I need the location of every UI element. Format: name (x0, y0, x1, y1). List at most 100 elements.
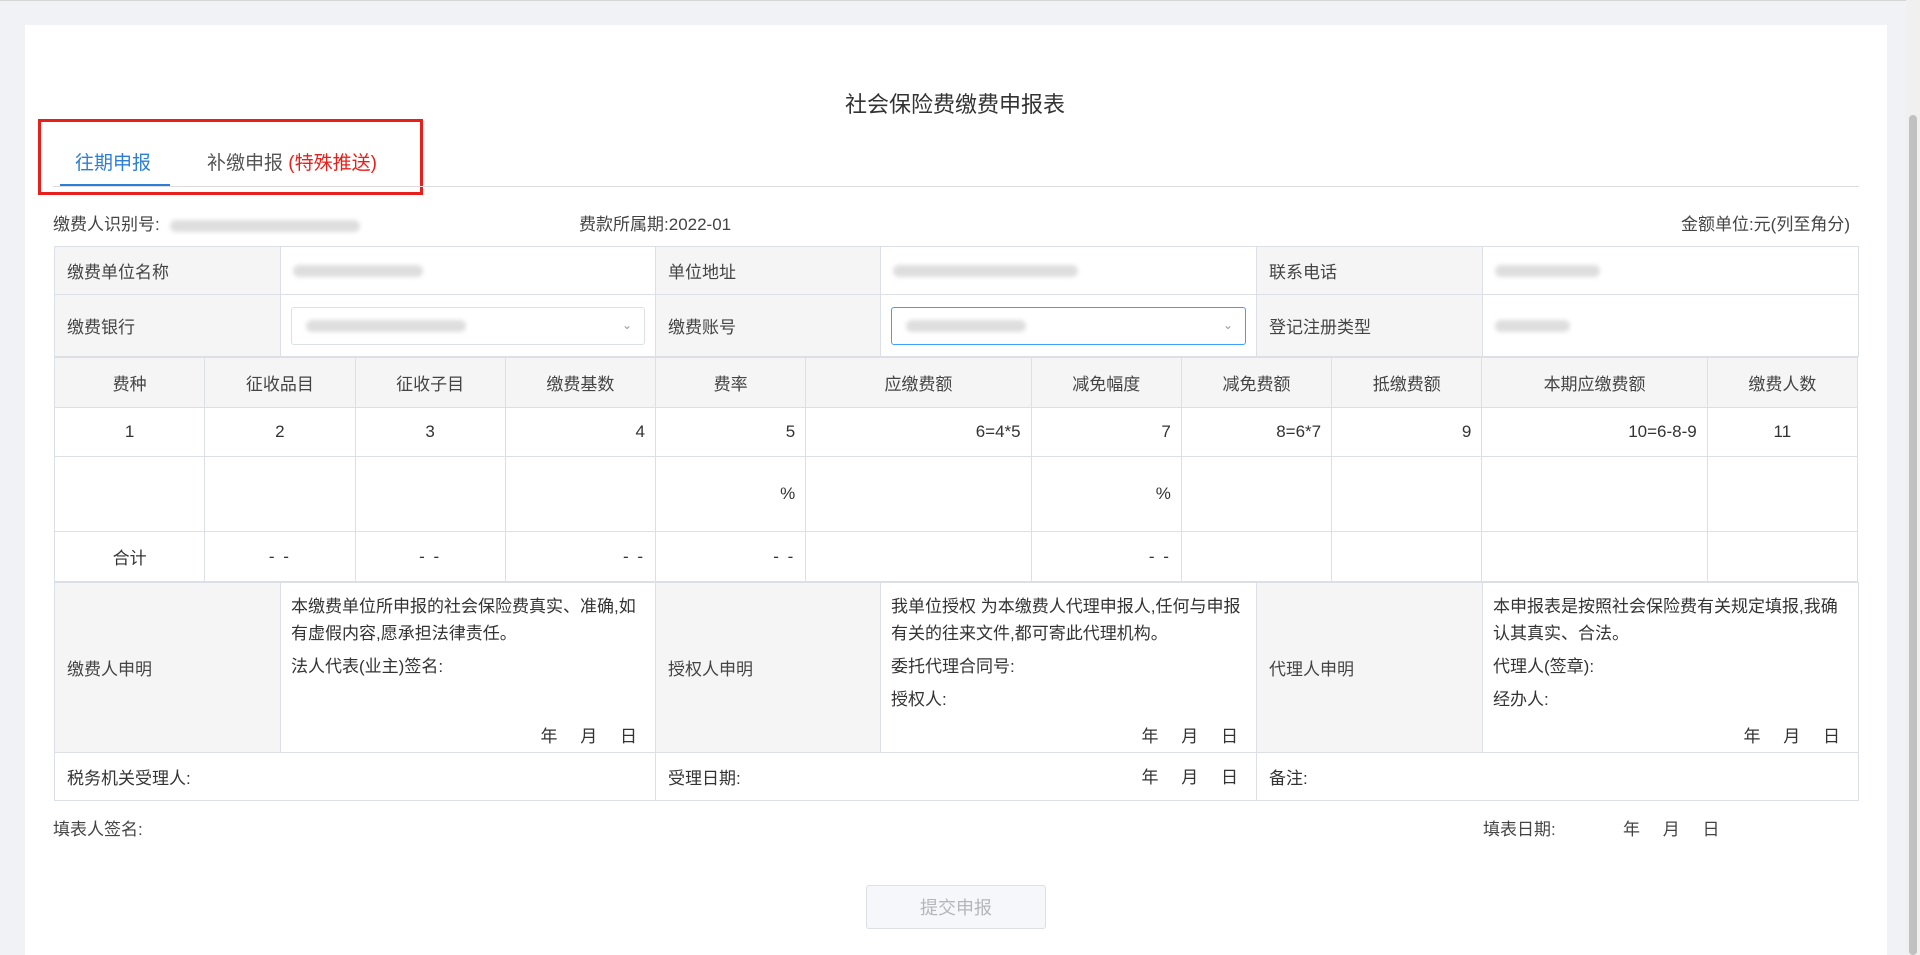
declaration-statements: 缴费人申明 本缴费单位所申报的社会保险费真实、准确,如有虚假内容,愿承担法律责任… (54, 582, 1859, 801)
reg-type-label: 登记注册类型 (1256, 294, 1483, 357)
amount-unit: 金额单位:元(列至角分) (1680, 215, 1850, 234)
column-header: 缴费人数 (1706, 357, 1859, 408)
table-cell (53, 456, 206, 532)
tab-past-declaration[interactable]: 往期申报 (75, 148, 151, 175)
total-row: 合计 - - - - - - - - - - (53, 531, 1859, 582)
redacted-value (293, 265, 423, 278)
contract-no-label: 委托代理合同号: (891, 657, 1015, 676)
table-cell (504, 456, 657, 532)
total-dash: - - (204, 531, 356, 582)
column-number: 4 (504, 407, 657, 457)
submit-declaration-button[interactable]: 提交申报 (866, 885, 1046, 929)
filler-sign-label: 填表人签名: (53, 820, 143, 839)
payer-id-label: 缴费人识别号: (53, 215, 160, 234)
date-placeholder: 年 月 日 (540, 727, 637, 746)
table-cell (1706, 531, 1859, 582)
bank-select[interactable]: ⌄ (291, 306, 645, 345)
column-header: 应缴费额 (805, 357, 1032, 408)
account-label: 缴费账号 (655, 294, 881, 357)
tab-supplementary-label: 补缴申报 (207, 153, 284, 174)
table-cell (1481, 456, 1708, 532)
agent-declaration-label: 代理人申明 (1256, 582, 1483, 753)
chevron-down-icon: ⌄ (621, 317, 632, 332)
date-placeholder: 年 月 日 (1141, 768, 1238, 787)
payer-id-row: 缴费人识别号: (53, 210, 361, 235)
agent-declaration-text: 本申报表是按照社会保险费有关规定填报,我确认其真实、合法。 (1493, 597, 1838, 643)
column-header: 减免幅度 (1030, 357, 1182, 408)
column-number: 9 (1331, 407, 1483, 457)
column-header: 费率 (654, 357, 807, 408)
total-dash: - - (354, 531, 506, 582)
table-header-row: 费种 征收品目 征收子目 缴费基数 费率 应缴费额 减免幅度 减免费额 抵缴费额… (53, 357, 1859, 408)
table-cell (1180, 456, 1333, 532)
unit-name-value (280, 246, 656, 295)
column-header: 本期应缴费额 (1481, 357, 1708, 408)
column-header: 征收子目 (354, 357, 506, 408)
total-dash: - - (1030, 531, 1182, 582)
table-cell (1180, 531, 1333, 582)
authorizer-declaration-text: 我单位授权 为本缴费人代理申报人,任何与申报有关的往来文件,都可寄此代理机构。 (891, 597, 1241, 643)
redacted-value (1495, 320, 1570, 333)
authorizer-declaration: 我单位授权 为本缴费人代理申报人,任何与申报有关的往来文件,都可寄此代理机构。 … (880, 582, 1257, 753)
column-number-row: 1 2 3 4 5 6=4*5 7 8=6*7 9 10=6-8-9 11 (53, 407, 1859, 457)
declaration-table: 缴费单位名称 单位地址 联系电话 缴费银行 ⌄ 缴费账号 ⌄ 登记注册类型 (54, 246, 1859, 357)
table-cell (204, 456, 356, 532)
redacted-value (906, 319, 1026, 332)
table-row: 缴费人申明 本缴费单位所申报的社会保险费真实、准确,如有虚假内容,愿承担法律责任… (54, 582, 1859, 753)
agent-declaration: 本申报表是按照社会保险费有关规定填报,我确认其真实、合法。 代理人(签章): 经… (1482, 582, 1859, 753)
column-number: 1 (53, 407, 206, 457)
authorizer-label: 授权人: (891, 690, 947, 709)
handler-label: 经办人: (1493, 690, 1549, 709)
reg-type-value (1482, 294, 1859, 357)
payer-id-value-redacted (170, 219, 361, 232)
bank-label: 缴费银行 (54, 294, 281, 357)
column-number: 7 (1030, 407, 1182, 457)
phone-label: 联系电话 (1256, 246, 1483, 295)
authorizer-declaration-label: 授权人申明 (655, 582, 881, 753)
address-value (880, 246, 1257, 295)
legal-rep-sign-label: 法人代表(业主)签名: (291, 657, 444, 676)
scrollbar-thumb[interactable] (1909, 115, 1917, 955)
fill-date-placeholder: 年 月 日 (1623, 820, 1720, 839)
unit-name-label: 缴费单位名称 (54, 246, 281, 295)
redacted-value (1495, 265, 1600, 278)
table-cell (1331, 456, 1483, 532)
table-cell (1481, 531, 1708, 582)
payer-declaration-label: 缴费人申明 (54, 582, 281, 753)
account-select[interactable]: ⌄ (891, 306, 1246, 345)
fill-date-label: 填表日期: (1483, 820, 1556, 839)
table-row: 缴费单位名称 单位地址 联系电话 (54, 246, 1859, 295)
table-cell (1331, 531, 1483, 582)
remark-label: 备注: (1256, 752, 1859, 801)
table-row: % % (53, 456, 1859, 532)
chevron-down-icon: ⌄ (1222, 317, 1233, 332)
column-number: 6=4*5 (805, 407, 1032, 457)
special-push-tag: (特殊推送) (288, 153, 377, 174)
tab-supplementary-declaration[interactable]: 补缴申报 (特殊推送) (207, 148, 377, 175)
total-label: 合计 (53, 531, 206, 582)
total-dash: - - (654, 531, 807, 582)
column-number: 11 (1706, 407, 1859, 457)
column-header: 缴费基数 (504, 357, 657, 408)
address-label: 单位地址 (655, 246, 881, 295)
table-row: 缴费银行 ⌄ 缴费账号 ⌄ 登记注册类型 (54, 294, 1859, 357)
column-header: 抵缴费额 (1331, 357, 1483, 408)
column-header: 征收品目 (204, 357, 356, 408)
table-cell (354, 456, 506, 532)
reduction-percent: % (1030, 456, 1182, 532)
payer-declaration-text: 本缴费单位所申报的社会保险费真实、准确,如有虚假内容,愿承担法律责任。 (291, 597, 636, 643)
column-number: 5 (654, 407, 807, 457)
period-label: 费款所属期: (579, 215, 669, 234)
bank-cell: ⌄ (280, 294, 656, 357)
table-row: 税务机关受理人: 受理日期: 年 月 日 备注: (54, 752, 1859, 801)
table-cell (805, 456, 1032, 532)
agent-seal-label: 代理人(签章): (1493, 657, 1595, 676)
top-border (0, 0, 1920, 1)
period-row: 费款所属期:2022-01 (579, 210, 731, 235)
accept-date-cell: 受理日期: 年 月 日 (655, 752, 1257, 801)
column-number: 8=6*7 (1180, 407, 1333, 457)
column-number: 3 (354, 407, 506, 457)
payer-declaration: 本缴费单位所申报的社会保险费真实、准确,如有虚假内容,愿承担法律责任。 法人代表… (280, 582, 656, 753)
table-cell (805, 531, 1032, 582)
date-placeholder: 年 月 日 (1743, 727, 1840, 746)
